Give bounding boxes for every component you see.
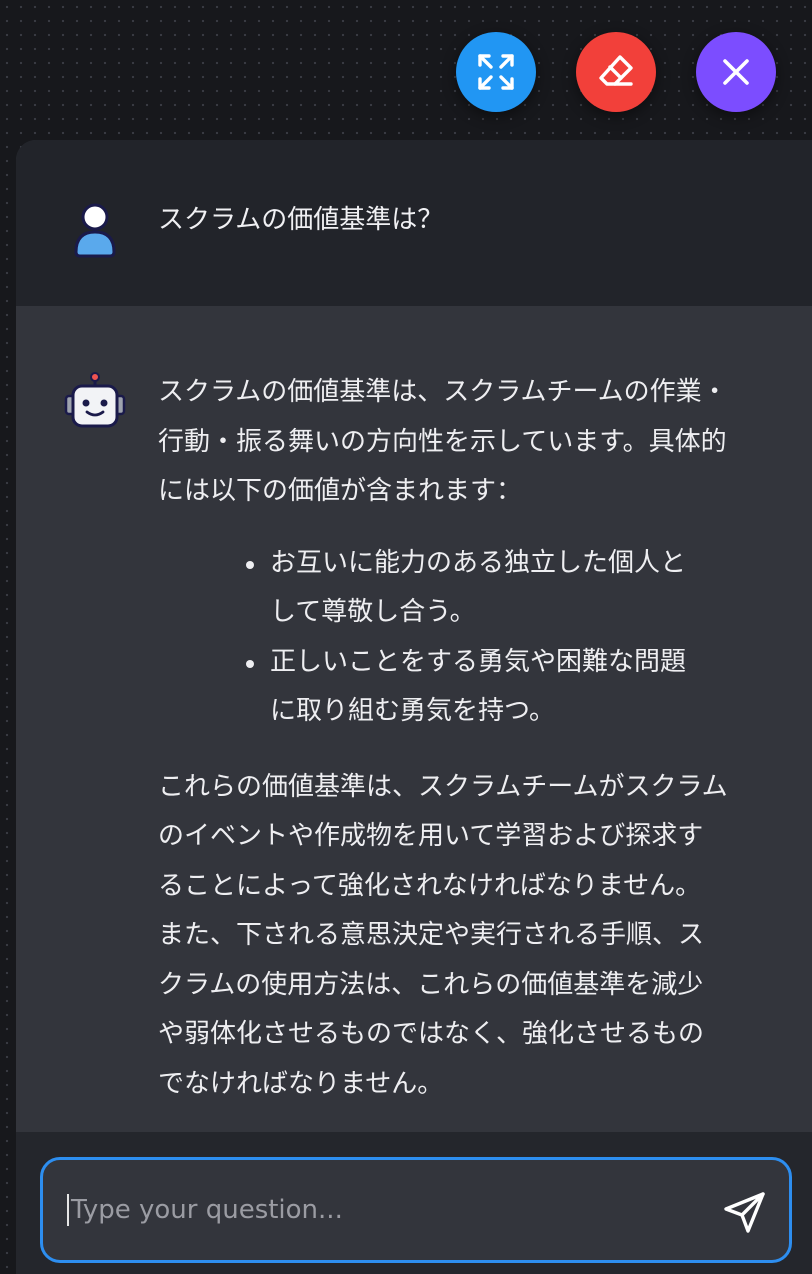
answer-line: スクラムの価値基準は、スクラムチームの作業・ xyxy=(158,377,728,407)
answer-bullet-list: お互いに能力のある独立した個人と して尊敬し合う。 正しいことをする勇気や困難な… xyxy=(158,539,778,737)
user-avatar-icon xyxy=(72,202,118,262)
eraser-icon xyxy=(599,55,633,86)
answer-closing: これらの価値基準は、スクラムチームがスクラム のイベントや作成物を用いて学習およ… xyxy=(158,763,778,1110)
close-button[interactable] xyxy=(696,32,776,112)
user-message: スクラムの価値基準は？ xyxy=(16,140,812,306)
close-x-icon xyxy=(723,59,749,85)
send-button[interactable] xyxy=(723,1190,767,1238)
list-item: お互いに能力のある独立した個人と して尊敬し合う。 xyxy=(246,539,728,638)
expand-arrows-icon xyxy=(478,54,514,90)
user-question-text: スクラムの価値基準は？ xyxy=(158,205,444,235)
answer-line: 行動・振る舞いの方向性を示しています。具体的 xyxy=(158,426,727,457)
expand-button[interactable] xyxy=(456,32,536,112)
answer-line: や弱体化させるものではなく、強化させるもの xyxy=(158,1019,705,1049)
question-input[interactable]: Type your question... xyxy=(40,1157,792,1263)
answer-line: には以下の価値が含まれます： xyxy=(158,476,523,506)
answer-line: でなければなりません。 xyxy=(158,1068,444,1099)
bot-answer: スクラムの価値基準は、スクラムチームの作業・ 行動・振る舞いの方向性を示していま… xyxy=(158,368,778,1109)
bot-avatar-icon xyxy=(64,372,126,434)
answer-line: これらの価値基準は、スクラムチームがスクラム xyxy=(158,771,728,802)
input-placeholder: Type your question... xyxy=(71,1195,343,1225)
send-plane-icon xyxy=(724,1192,765,1233)
answer-line: また、下される意思決定や実行される手順、ス xyxy=(158,920,705,950)
answer-line: のイベントや作成物を用いて学習および探求す xyxy=(158,821,704,851)
chat-panel: スクラムの価値基準は？ スクラムの価値基準は、スクラムチームの作業・ 行動・振る… xyxy=(16,140,812,1274)
clear-chat-button[interactable] xyxy=(576,32,656,112)
text-caret xyxy=(67,1194,69,1226)
answer-intro: スクラムの価値基準は、スクラムチームの作業・ 行動・振る舞いの方向性を示していま… xyxy=(158,368,778,517)
list-item: 正しいことをする勇気や困難な問題 に取り組む勇気を持つ。 xyxy=(246,638,728,737)
answer-line: ることによって強化されなければなりません。 xyxy=(158,870,702,901)
answer-line: クラムの使用方法は、これらの価値基準を減少 xyxy=(158,969,704,1000)
